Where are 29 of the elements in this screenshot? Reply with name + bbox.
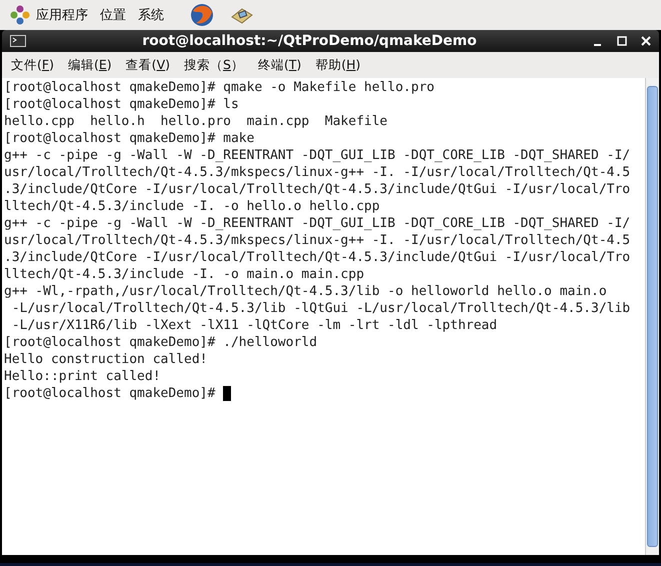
terminal-line: g++ -c -pipe -g -Wall -W -D_REENTRANT -DQT_GUI_LIB -DQT_CORE_LIB -DQT_SHARED -I/ (4, 147, 632, 164)
terminal-line: usr/local/Trolltech/Qt-4.5.3/mkspecs/linux-g++ -I. -I/usr/local/Trolltech/Qt-4.5 (4, 232, 632, 249)
menu-item[interactable]: 终端(T) (258, 56, 302, 74)
terminal-line: g++ -Wl,-rpath,/usr/local/Trolltech/Qt-4.5.3/lib -o helloworld hello.o main.o (4, 283, 608, 300)
menu-item[interactable]: 查看(V) (126, 56, 170, 74)
terminal-line: usr/local/Trolltech/Qt-4.5.3/mkspecs/linux-g++ -I. -I/usr/local/Trolltech/Qt-4.5 (4, 164, 632, 181)
terminal-prompt: [root@localhost qmakeDemo]# (4, 385, 216, 402)
terminal-line: -L/usr/local/Trolltech/Qt-4.5.3/lib -lQtGui -L/usr/local/Trolltech/Qt-4.5.3/lib (10, 300, 632, 317)
menu-item[interactable]: 帮助(H) (315, 56, 361, 74)
terminal-line: Hello::print called! (4, 368, 162, 385)
panel-menu[interactable]: 系统 (138, 6, 164, 24)
terminal-line: [root@localhost qmakeDemo]# ls (4, 96, 240, 113)
terminal-line: Hello construction called! (4, 351, 208, 368)
menu-item[interactable]: 搜索（S） (184, 56, 244, 74)
terminal-line: lltech/Qt-4.5.3/include -I. -o main.o main.cpp (4, 266, 366, 283)
terminal-line: g++ -c -pipe -g -Wall -W -D_REENTRANT -DQT_GUI_LIB -DQT_CORE_LIB -DQT_SHARED -I/ (4, 215, 632, 232)
window-title: root@localhost:~/QtProDemo/qmakeDemo (141, 33, 478, 49)
panel-menu[interactable]: 应用程序 (36, 6, 88, 24)
menu-item[interactable]: 文件(F) (11, 56, 54, 74)
terminal-line: [root@localhost qmakeDemo]# qmake -o Makefile hello.pro (4, 79, 436, 96)
terminal-line: .3/include/QtCore -I/usr/local/Trolltech/Qt-4.5.3/include/QtGui -I/usr/local/Tro (4, 181, 632, 198)
terminal-line: .3/include/QtCore -I/usr/local/Trolltech/Qt-4.5.3/include/QtGui -I/usr/local/Tro (4, 249, 632, 266)
terminal-line: -L/usr/X11R6/lib -lXext -lX11 -lQtCore -lm -lrt -ldl -lpthread (10, 317, 498, 334)
terminal-line: [root@localhost qmakeDemo]# make (4, 130, 256, 147)
terminal-line: lltech/Qt-4.5.3/include -I. -o hello.o hello.cpp (4, 198, 381, 215)
panel-menu[interactable]: 位置 (100, 6, 126, 24)
terminal-line: [root@localhost qmakeDemo]# ./helloworld (4, 334, 318, 351)
menu-item[interactable]: 编辑(E) (68, 56, 112, 74)
terminal-line: hello.cpp hello.h hello.pro main.cpp Makefile (4, 113, 389, 130)
